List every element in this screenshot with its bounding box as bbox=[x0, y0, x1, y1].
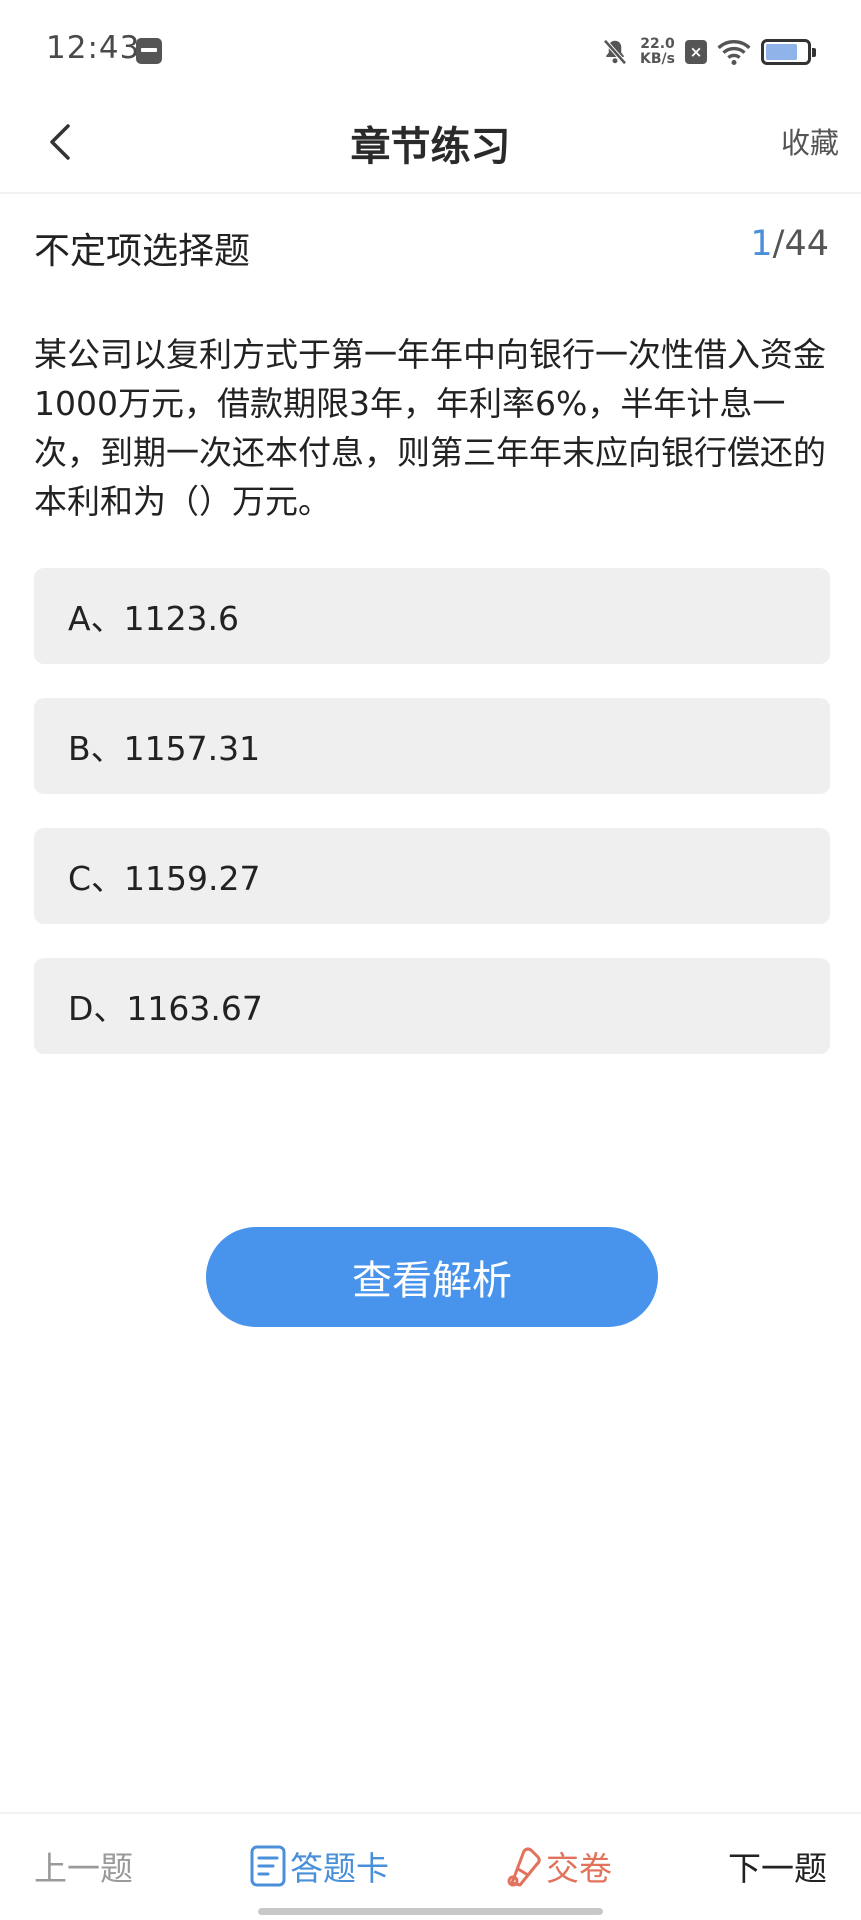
prev-question-button[interactable]: 上一题 bbox=[34, 1842, 133, 1890]
submit-paper-label: 交卷 bbox=[546, 1849, 612, 1888]
option-d[interactable]: D、1163.67 bbox=[34, 958, 830, 1054]
status-bar: 12:43 22.0 KB/s × bbox=[0, 0, 861, 100]
question-counter: 1/44 bbox=[750, 224, 829, 264]
page-title: 章节练习 bbox=[350, 124, 511, 170]
net-speed-value: 22.0 bbox=[640, 36, 675, 52]
question-total: /44 bbox=[772, 224, 829, 264]
next-question-label: 下一题 bbox=[728, 1849, 827, 1888]
net-speed-unit: KB/s bbox=[640, 51, 675, 67]
view-analysis-button[interactable]: 查看解析 bbox=[206, 1227, 658, 1327]
question-current: 1 bbox=[750, 224, 773, 264]
question-type: 不定项选择题 bbox=[34, 231, 251, 272]
answer-card-icon bbox=[250, 1845, 286, 1887]
option-list: A、1123.6 B、1157.31 C、1159.27 D、1163.67 bbox=[34, 568, 830, 1088]
submit-paper-button[interactable]: 交卷 bbox=[504, 1842, 612, 1890]
option-c[interactable]: C、1159.27 bbox=[34, 828, 830, 924]
next-question-button[interactable]: 下一题 bbox=[728, 1842, 827, 1890]
option-b[interactable]: B、1157.31 bbox=[34, 698, 830, 794]
bottom-bar: 上一题 答题卡 交卷 下一题 bbox=[0, 1812, 861, 1920]
wifi-icon bbox=[717, 40, 751, 66]
favorite-button[interactable]: 收藏 bbox=[781, 120, 839, 162]
status-time: 12:43 bbox=[46, 30, 141, 66]
home-indicator[interactable] bbox=[258, 1908, 603, 1915]
answer-card-button[interactable]: 答题卡 bbox=[250, 1842, 389, 1890]
prev-question-label: 上一题 bbox=[34, 1849, 133, 1888]
net-speed: 22.0 KB/s bbox=[640, 37, 675, 67]
page: 12:43 22.0 KB/s × 章节练习 收藏 不定项选择题 1/44 某公… bbox=[0, 0, 861, 1920]
status-icons: 22.0 KB/s × bbox=[600, 32, 816, 72]
close-icon: × bbox=[685, 40, 707, 64]
question-text: 某公司以复利方式于第一年年中向银行一次性借入资金1000万元，借款期限3年，年利… bbox=[34, 335, 826, 521]
battery-icon bbox=[761, 39, 816, 65]
submit-paper-icon bbox=[507, 1847, 541, 1887]
answer-card-label: 答题卡 bbox=[290, 1849, 389, 1888]
app-icon bbox=[136, 38, 162, 64]
option-a[interactable]: A、1123.6 bbox=[34, 568, 830, 664]
header: 章节练习 收藏 bbox=[0, 100, 861, 194]
mute-icon bbox=[603, 39, 627, 65]
